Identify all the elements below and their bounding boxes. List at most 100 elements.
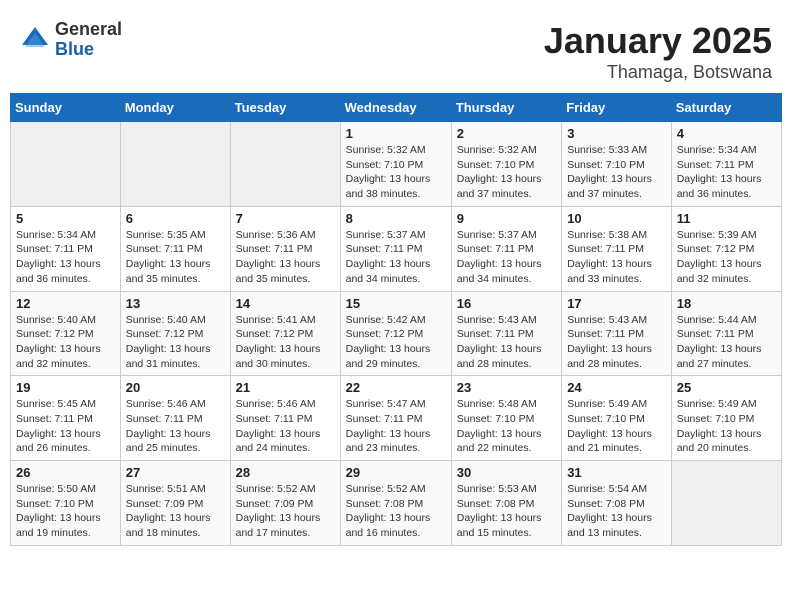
day-number: 20 — [126, 380, 225, 395]
day-number: 18 — [677, 296, 776, 311]
day-info: Sunrise: 5:52 AM Sunset: 7:09 PM Dayligh… — [236, 482, 335, 541]
calendar-cell: 2Sunrise: 5:32 AM Sunset: 7:10 PM Daylig… — [451, 122, 561, 207]
day-number: 23 — [457, 380, 556, 395]
day-number: 1 — [346, 126, 446, 141]
day-info: Sunrise: 5:36 AM Sunset: 7:11 PM Dayligh… — [236, 228, 335, 287]
weekday-header-tuesday: Tuesday — [230, 94, 340, 122]
day-number: 17 — [567, 296, 666, 311]
weekday-header-wednesday: Wednesday — [340, 94, 451, 122]
day-number: 19 — [16, 380, 115, 395]
logo-icon — [20, 25, 50, 55]
calendar-week-5: 26 Sunrise: 5:50 AM Sunset: 7:10 PM Dayli… — [11, 461, 782, 546]
weekday-row: SundayMondayTuesdayWednesdayThursdayFrid… — [11, 94, 782, 122]
calendar-cell: 22 Sunrise: 5:47 AM Sunset: 7:11 PM Dayli… — [340, 376, 451, 461]
day-number: 31 — [567, 465, 666, 480]
day-info: Sunrise: 5:52 AM Sunset: 7:08 PM Dayligh… — [346, 482, 446, 541]
day-number: 4 — [677, 126, 776, 141]
calendar-cell: 12 Sunrise: 5:40 AM Sunset: 7:12 PM Dayli… — [11, 291, 121, 376]
day-info: Sunrise: 5:34 AM Sunset: 7:11 PM Dayligh… — [16, 228, 115, 287]
day-info: Sunrise: 5:37 AM Sunset: 7:11 PM Dayligh… — [457, 228, 556, 287]
calendar-cell: 23Sunrise: 5:48 AM Sunset: 7:10 PM Dayli… — [451, 376, 561, 461]
calendar-cell: 11Sunrise: 5:39 AM Sunset: 7:12 PM Dayli… — [671, 206, 781, 291]
calendar-cell — [671, 461, 781, 546]
day-info: Sunrise: 5:45 AM Sunset: 7:11 PM Dayligh… — [16, 397, 115, 456]
calendar-cell: 31 Sunrise: 5:54 AM Sunset: 7:08 PM Dayli… — [562, 461, 672, 546]
calendar-cell: 18 Sunrise: 5:44 AM Sunset: 7:11 PM Dayli… — [671, 291, 781, 376]
calendar-cell: 10Sunrise: 5:38 AM Sunset: 7:11 PM Dayli… — [562, 206, 672, 291]
day-number: 27 — [126, 465, 225, 480]
day-info: Sunrise: 5:32 AM Sunset: 7:10 PM Dayligh… — [346, 143, 446, 202]
day-info: Sunrise: 5:49 AM Sunset: 7:10 PM Dayligh… — [567, 397, 666, 456]
day-number: 22 — [346, 380, 446, 395]
day-number: 16 — [457, 296, 556, 311]
day-info: Sunrise: 5:50 AM Sunset: 7:10 PM Dayligh… — [16, 482, 115, 541]
page-header: General Blue January 2025 Thamaga, Botsw… — [10, 10, 782, 88]
calendar-cell: 30 Sunrise: 5:53 AM Sunset: 7:08 PM Dayli… — [451, 461, 561, 546]
day-number: 28 — [236, 465, 335, 480]
calendar-cell: 13 Sunrise: 5:40 AM Sunset: 7:12 PM Dayli… — [120, 291, 230, 376]
calendar-cell: 3 Sunrise: 5:33 AM Sunset: 7:10 PM Daylig… — [562, 122, 672, 207]
day-number: 24 — [567, 380, 666, 395]
day-info: Sunrise: 5:53 AM Sunset: 7:08 PM Dayligh… — [457, 482, 556, 541]
calendar-week-2: 5Sunrise: 5:34 AM Sunset: 7:11 PM Daylig… — [11, 206, 782, 291]
weekday-header-monday: Monday — [120, 94, 230, 122]
day-info: Sunrise: 5:37 AM Sunset: 7:11 PM Dayligh… — [346, 228, 446, 287]
day-number: 21 — [236, 380, 335, 395]
calendar-cell: 5Sunrise: 5:34 AM Sunset: 7:11 PM Daylig… — [11, 206, 121, 291]
day-number: 30 — [457, 465, 556, 480]
day-info: Sunrise: 5:43 AM Sunset: 7:11 PM Dayligh… — [567, 313, 666, 372]
day-info: Sunrise: 5:54 AM Sunset: 7:08 PM Dayligh… — [567, 482, 666, 541]
logo-blue: Blue — [55, 40, 122, 60]
calendar-week-1: 1 Sunrise: 5:32 AM Sunset: 7:10 PM Daylig… — [11, 122, 782, 207]
day-number: 14 — [236, 296, 335, 311]
weekday-header-friday: Friday — [562, 94, 672, 122]
calendar-cell — [120, 122, 230, 207]
calendar-cell: 16Sunrise: 5:43 AM Sunset: 7:11 PM Dayli… — [451, 291, 561, 376]
calendar-cell: 17 Sunrise: 5:43 AM Sunset: 7:11 PM Dayli… — [562, 291, 672, 376]
calendar-week-3: 12 Sunrise: 5:40 AM Sunset: 7:12 PM Dayli… — [11, 291, 782, 376]
calendar-cell — [230, 122, 340, 207]
day-info: Sunrise: 5:33 AM Sunset: 7:10 PM Dayligh… — [567, 143, 666, 202]
day-number: 8 — [346, 211, 446, 226]
day-info: Sunrise: 5:34 AM Sunset: 7:11 PM Dayligh… — [677, 143, 776, 202]
day-info: Sunrise: 5:40 AM Sunset: 7:12 PM Dayligh… — [16, 313, 115, 372]
calendar-cell: 8 Sunrise: 5:37 AM Sunset: 7:11 PM Daylig… — [340, 206, 451, 291]
calendar-cell: 26 Sunrise: 5:50 AM Sunset: 7:10 PM Dayli… — [11, 461, 121, 546]
calendar-cell: 15Sunrise: 5:42 AM Sunset: 7:12 PM Dayli… — [340, 291, 451, 376]
calendar-cell: 19 Sunrise: 5:45 AM Sunset: 7:11 PM Dayli… — [11, 376, 121, 461]
day-info: Sunrise: 5:46 AM Sunset: 7:11 PM Dayligh… — [126, 397, 225, 456]
day-number: 29 — [346, 465, 446, 480]
calendar-cell: 9 Sunrise: 5:37 AM Sunset: 7:11 PM Daylig… — [451, 206, 561, 291]
day-info: Sunrise: 5:46 AM Sunset: 7:11 PM Dayligh… — [236, 397, 335, 456]
day-number: 7 — [236, 211, 335, 226]
calendar-cell: 25Sunrise: 5:49 AM Sunset: 7:10 PM Dayli… — [671, 376, 781, 461]
day-number: 12 — [16, 296, 115, 311]
day-number: 13 — [126, 296, 225, 311]
logo: General Blue — [20, 20, 122, 60]
calendar-cell: 24 Sunrise: 5:49 AM Sunset: 7:10 PM Dayli… — [562, 376, 672, 461]
day-number: 15 — [346, 296, 446, 311]
title-block: January 2025 Thamaga, Botswana — [544, 20, 772, 83]
calendar-cell: 4 Sunrise: 5:34 AM Sunset: 7:11 PM Daylig… — [671, 122, 781, 207]
day-info: Sunrise: 5:49 AM Sunset: 7:10 PM Dayligh… — [677, 397, 776, 456]
title-location: Thamaga, Botswana — [544, 62, 772, 83]
day-number: 3 — [567, 126, 666, 141]
logo-text: General Blue — [55, 20, 122, 60]
day-info: Sunrise: 5:35 AM Sunset: 7:11 PM Dayligh… — [126, 228, 225, 287]
calendar-cell: 7 Sunrise: 5:36 AM Sunset: 7:11 PM Daylig… — [230, 206, 340, 291]
day-info: Sunrise: 5:32 AM Sunset: 7:10 PM Dayligh… — [457, 143, 556, 202]
calendar-table: SundayMondayTuesdayWednesdayThursdayFrid… — [10, 93, 782, 546]
calendar-cell: 21 Sunrise: 5:46 AM Sunset: 7:11 PM Dayli… — [230, 376, 340, 461]
day-info: Sunrise: 5:40 AM Sunset: 7:12 PM Dayligh… — [126, 313, 225, 372]
calendar-cell: 29 Sunrise: 5:52 AM Sunset: 7:08 PM Dayli… — [340, 461, 451, 546]
calendar-cell: 20 Sunrise: 5:46 AM Sunset: 7:11 PM Dayli… — [120, 376, 230, 461]
day-info: Sunrise: 5:47 AM Sunset: 7:11 PM Dayligh… — [346, 397, 446, 456]
calendar-cell: 27 Sunrise: 5:51 AM Sunset: 7:09 PM Dayli… — [120, 461, 230, 546]
calendar-body: 1 Sunrise: 5:32 AM Sunset: 7:10 PM Daylig… — [11, 122, 782, 546]
day-number: 11 — [677, 211, 776, 226]
day-number: 26 — [16, 465, 115, 480]
day-number: 6 — [126, 211, 225, 226]
day-number: 9 — [457, 211, 556, 226]
day-info: Sunrise: 5:51 AM Sunset: 7:09 PM Dayligh… — [126, 482, 225, 541]
day-info: Sunrise: 5:44 AM Sunset: 7:11 PM Dayligh… — [677, 313, 776, 372]
